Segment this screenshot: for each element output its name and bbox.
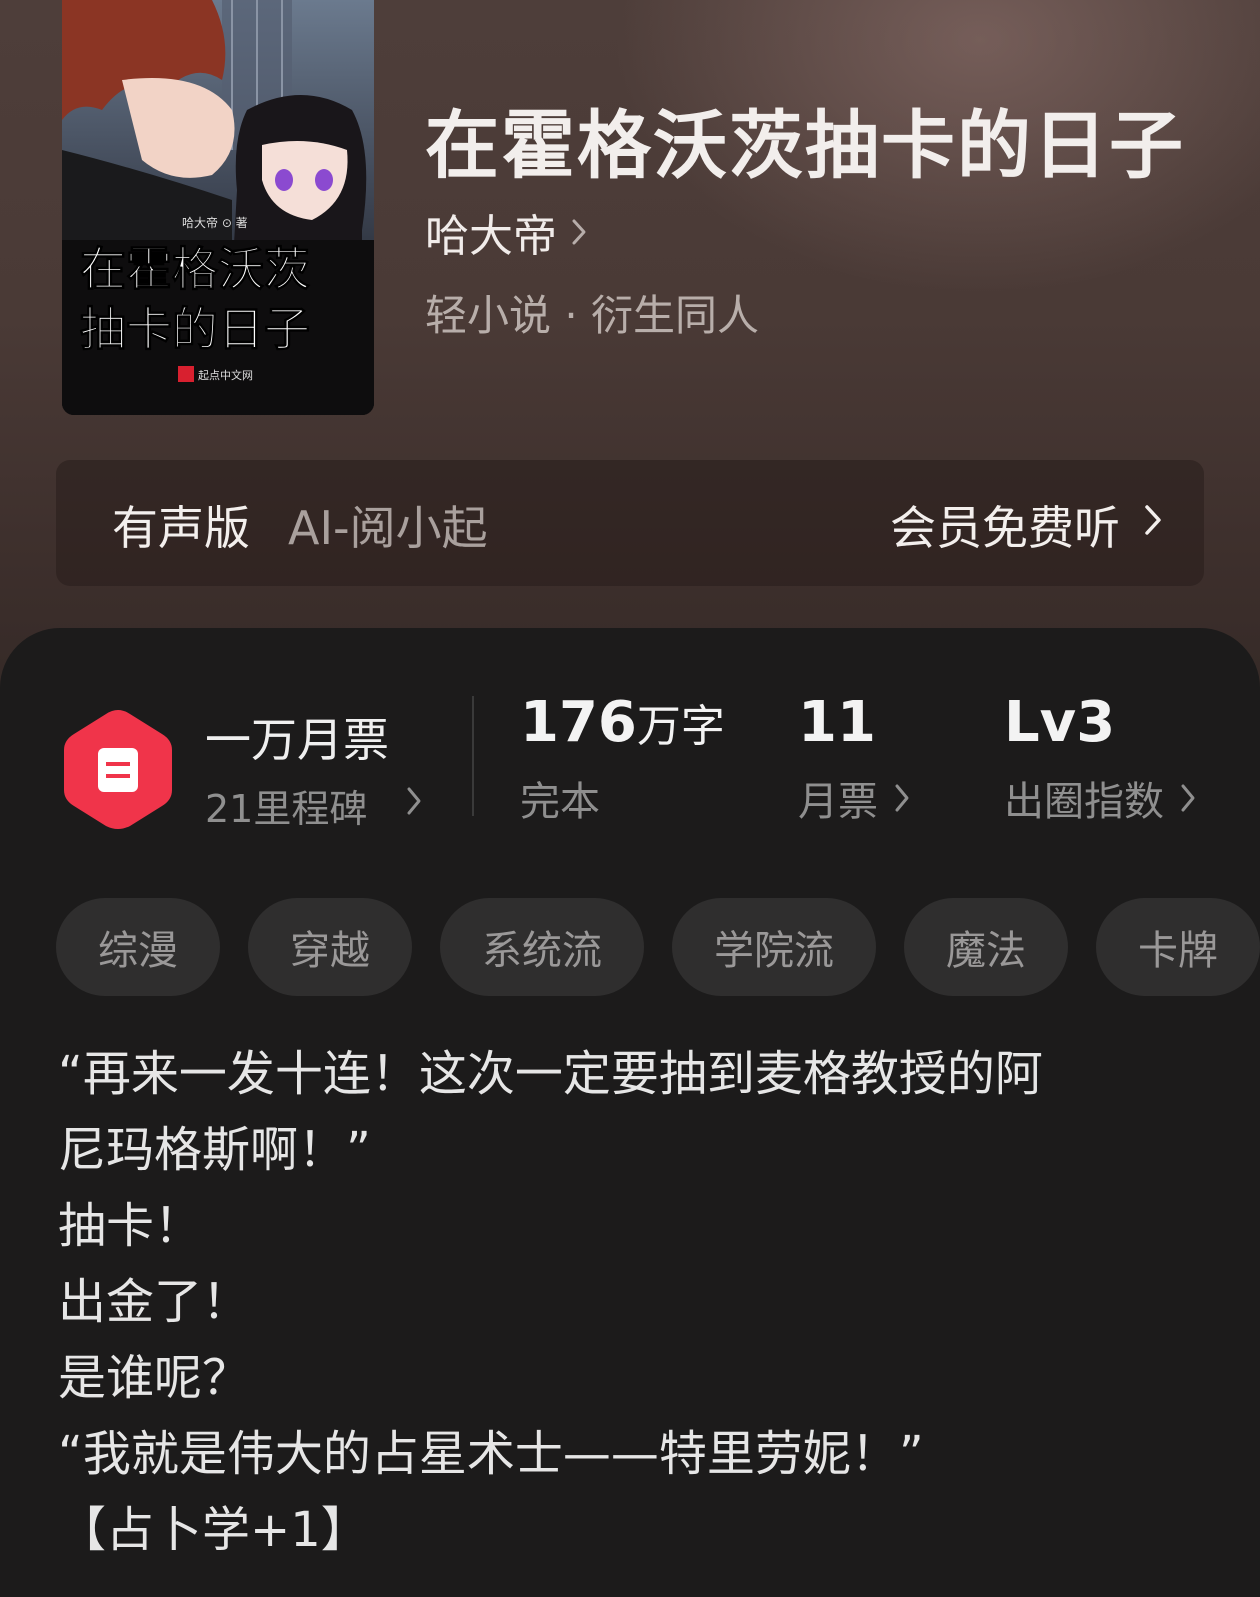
chevron-right-icon: [1181, 784, 1195, 812]
synopsis-line: “我就是伟大的占星术士——特里劳妮！”: [58, 1426, 924, 1482]
author-name: 哈大帝: [425, 211, 557, 262]
tag-chip[interactable]: 魔法: [904, 898, 1068, 996]
chevron-right-icon: [1145, 505, 1161, 535]
milestone-link[interactable]: 21里程碑: [205, 778, 367, 833]
chevron-right-icon: [572, 219, 586, 245]
chevron-right-icon: [895, 784, 909, 812]
genre-label[interactable]: 轻小说 · 衍生同人: [425, 282, 759, 343]
stats-divider: [472, 696, 474, 816]
tag-list: 综漫 穿越 系统流 学院流 魔法 卡牌: [56, 898, 1260, 996]
tag-chip[interactable]: 系统流: [440, 898, 644, 996]
audio-version-label: 有声版: [112, 501, 250, 555]
cover-title-line2: 抽卡的日子: [80, 302, 310, 356]
level-value: Lv3: [1004, 690, 1116, 755]
book-header: 哈大帝 ⊙ 著 在霍格沃茨 抽卡的日子 起点中文网 在霍格沃茨抽卡的日子 哈大帝…: [0, 0, 1260, 700]
audio-narrator: AI-阅小起: [288, 501, 488, 555]
tag-chip[interactable]: 穿越: [248, 898, 412, 996]
synopsis-line: 【占卜学+1】: [58, 1502, 369, 1558]
book-detail-sheet: 一万月票 21里程碑 176万字 完本 11 月票 Lv3 出圈指数 综漫 穿越…: [0, 628, 1260, 1597]
cover-artwork: 哈大帝 ⊙ 著 在霍格沃茨 抽卡的日子 起点中文网: [62, 0, 374, 415]
synopsis-line: 抽卡！: [58, 1198, 203, 1254]
synopsis[interactable]: “再来一发十连！这次一定要抽到麦格教授的阿 尼玛格斯啊！” 抽卡！ 出金了！ 是…: [58, 1036, 1208, 1568]
chevron-right-icon: [407, 787, 421, 815]
tag-chip[interactable]: 综漫: [56, 898, 220, 996]
word-count-stat: 176万字 完本: [520, 690, 725, 827]
word-count-unit: 万字: [636, 701, 725, 752]
synopsis-line: “再来一发十连！这次一定要抽到麦格教授的阿: [58, 1046, 1043, 1102]
popularity-index-label: 出圈指数: [1004, 779, 1164, 825]
monthly-ticket-icon: [64, 710, 172, 829]
book-cover[interactable]: 哈大帝 ⊙ 著 在霍格沃茨 抽卡的日子 起点中文网: [62, 0, 374, 415]
publisher-logo: [178, 366, 194, 382]
monthly-votes-label: 月票: [798, 779, 878, 825]
monthly-votes-value: 11: [798, 690, 876, 755]
cover-title-line1: 在霍格沃茨: [80, 242, 310, 296]
monthly-votes-stat[interactable]: 11 月票: [798, 690, 910, 827]
monthly-ticket-title: 一万月票: [205, 713, 389, 767]
word-count-value: 176: [520, 690, 637, 755]
synopsis-line: 是谁呢？: [58, 1350, 251, 1406]
cover-author-credit: 哈大帝 ⊙ 著: [182, 215, 248, 230]
member-free-listen-button[interactable]: 会员免费听: [890, 492, 1120, 558]
cover-publisher: 起点中文网: [198, 368, 253, 382]
popularity-index-stat[interactable]: Lv3 出圈指数: [1004, 690, 1196, 827]
tag-chip[interactable]: 卡牌: [1096, 898, 1260, 996]
synopsis-line: 尼玛格斯啊！”: [58, 1122, 371, 1178]
completion-status: 完本: [520, 779, 600, 825]
book-title: 在霍格沃茨抽卡的日子: [425, 103, 1185, 189]
audiobook-bar[interactable]: 有声版 AI-阅小起 会员免费听: [56, 460, 1204, 586]
tag-chip[interactable]: 学院流: [672, 898, 876, 996]
synopsis-line: 出金了！: [58, 1274, 251, 1330]
author-link[interactable]: 哈大帝: [425, 200, 587, 264]
